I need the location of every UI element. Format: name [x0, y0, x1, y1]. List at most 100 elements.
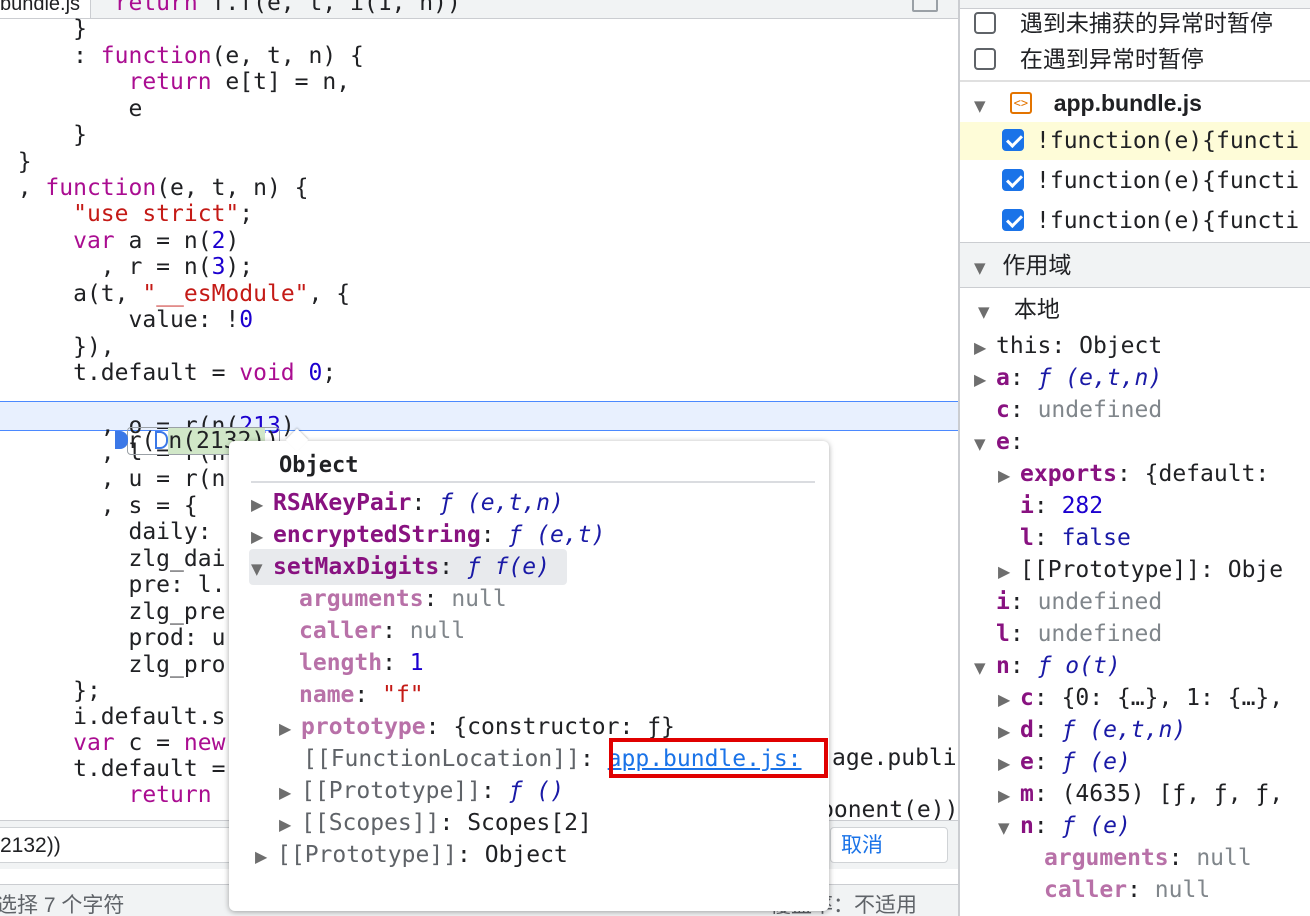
- breakpoint-checkbox[interactable]: [1002, 208, 1024, 231]
- scope-variable-row[interactable]: ▶ [[Prototype]]: Obje: [998, 554, 1283, 586]
- collapse-triangle-icon[interactable]: ▼: [974, 246, 996, 290]
- code-line: : function(e, t, n) {: [73, 43, 364, 69]
- scope-variable-row[interactable]: ▼ n: ƒ o(t): [974, 650, 1121, 682]
- scope-variable-row[interactable]: ▶ e: ƒ (e): [998, 746, 1131, 778]
- breakpoint-item[interactable]: !function(e){functi: [960, 162, 1310, 200]
- pause-uncaught-label: 遇到未捕获的异常时暂停: [1019, 10, 1273, 36]
- scope-variable-name: exports: [1020, 461, 1117, 487]
- scope-variable-name: i: [1020, 493, 1034, 519]
- expand-triangle-icon[interactable]: ▶: [974, 364, 996, 396]
- popover-property-row[interactable]: ▶ [[Prototype]]: ƒ (): [279, 775, 564, 807]
- pause-uncaught-checkbox[interactable]: [974, 11, 996, 34]
- annotation-highlight-box: [609, 738, 828, 778]
- property-value: ƒ (e,t): [508, 522, 606, 548]
- breakpoint-checkbox[interactable]: [1002, 168, 1024, 191]
- popover-property-row[interactable]: ▶ encryptedString: ƒ (e,t): [251, 519, 605, 551]
- scope-variable-name: e: [996, 429, 1010, 455]
- collapse-triangle-icon[interactable]: ▼: [974, 428, 996, 460]
- code-line: t.default = void 0;: [73, 360, 337, 386]
- code-line: zlg_pre: [128, 599, 226, 625]
- scope-variable-row[interactable]: ▶ a: ƒ (e,t,n): [974, 362, 1162, 394]
- scope-variable-value: ƒ (e,t,n): [1037, 365, 1163, 391]
- code-line: }: [17, 149, 32, 175]
- popover-property-row[interactable]: ▶ RSAKeyPair: ƒ (e,t,n): [251, 487, 564, 519]
- property-value: Scopes[2]: [467, 810, 592, 836]
- scope-variable-name: [[Prototype]]: [1020, 557, 1201, 583]
- scope-variable-row: caller: null: [1044, 877, 1211, 903]
- breakpoint-code: !function(e){functi: [1036, 208, 1300, 234]
- popover-property-row[interactable]: ▶ [[Prototype]]: Object: [255, 839, 568, 871]
- expand-triangle-icon[interactable]: ▶: [255, 841, 277, 873]
- scope-variable-row[interactable]: ▶ c: {0: {…}, 1: {…},: [998, 682, 1283, 714]
- collapse-triangle-icon[interactable]: ▼: [974, 87, 996, 125]
- scope-variable-row[interactable]: ▼ n: ƒ (e): [998, 810, 1131, 842]
- scope-variable-row[interactable]: ▶ this: Object: [974, 330, 1162, 362]
- breakpoint-item[interactable]: !function(e){functi: [960, 202, 1310, 240]
- property-value: {constructor: ƒ}: [453, 714, 675, 740]
- popover-property-row: name: "f": [299, 682, 424, 708]
- scope-variable-row: l: false: [1020, 525, 1131, 551]
- collapse-triangle-icon[interactable]: ▼: [251, 553, 273, 585]
- pause-uncaught-option[interactable]: 遇到未捕获的异常时暂停: [974, 4, 1273, 42]
- scope-variable-value: undefined: [1037, 397, 1163, 423]
- cancel-button[interactable]: 取消: [830, 827, 948, 863]
- object-preview-popover: Object ▶ RSAKeyPair: ƒ (e,t,n) ▶ encryptedS…: [229, 428, 829, 911]
- expand-triangle-icon[interactable]: ▶: [974, 332, 996, 364]
- selection-status: 选择 7 个字符: [0, 894, 125, 916]
- property-value: null: [409, 618, 466, 644]
- breakpoint-file-row[interactable]: ▼ <> app.bundle.js: [974, 84, 1202, 122]
- code-line: }: [73, 122, 87, 148]
- expand-triangle-icon[interactable]: ▶: [998, 556, 1020, 588]
- scope-variable-row[interactable]: ▶ d: ƒ (e,t,n): [998, 714, 1186, 746]
- expand-triangle-icon[interactable]: ▶: [279, 777, 301, 809]
- collapse-triangle-icon[interactable]: ▼: [998, 812, 1020, 844]
- section-divider: [960, 80, 1310, 82]
- expand-triangle-icon[interactable]: ▶: [998, 460, 1020, 492]
- code-line: , u = r(n: [100, 466, 226, 492]
- breakpoint-checkbox[interactable]: [1002, 128, 1024, 151]
- scope-variable-name: m: [1020, 781, 1034, 807]
- inline-breakpoint-icon[interactable]: [114, 430, 128, 449]
- popover-property-row[interactable]: ▼ setMaxDigits: ƒ f(e): [251, 551, 550, 583]
- exec-call-token: r(: [127, 428, 156, 455]
- code-line: return: [128, 782, 212, 808]
- scope-variable-name: c: [1020, 685, 1034, 711]
- scope-section-title: 作用域: [1002, 252, 1072, 278]
- expand-triangle-icon[interactable]: ▶: [998, 684, 1020, 716]
- scope-variable-row[interactable]: ▶ exports: {default:: [998, 458, 1269, 490]
- scope-variable-row[interactable]: ▼ e:: [974, 426, 1024, 458]
- property-key: name: [299, 682, 355, 708]
- scope-variable-name: e: [1020, 749, 1034, 775]
- popover-property-row[interactable]: ▶ [[Scopes]]: Scopes[2]: [279, 807, 592, 839]
- scope-variable-name: a: [996, 365, 1010, 391]
- script-file-icon: <>: [1009, 91, 1032, 114]
- expand-triangle-icon[interactable]: ▶: [998, 748, 1020, 780]
- inline-breakpoint-hollow-icon[interactable]: [155, 430, 169, 449]
- pause-caught-checkbox[interactable]: [974, 47, 996, 70]
- breakpoint-item[interactable]: !function(e){functi: [960, 122, 1310, 160]
- local-scope-row[interactable]: ▼ 本地: [978, 290, 1060, 328]
- expand-triangle-icon[interactable]: ▶: [998, 716, 1020, 748]
- breakpoint-file-name: app.bundle.js: [1053, 90, 1202, 116]
- pause-caught-option[interactable]: 在遇到异常时暂停: [974, 40, 1204, 78]
- scope-variable-value: ƒ (e): [1061, 749, 1131, 775]
- expand-triangle-icon[interactable]: ▶: [998, 780, 1020, 812]
- expand-triangle-icon[interactable]: ▶: [279, 809, 301, 841]
- popover-title: Object: [279, 453, 359, 478]
- scope-variable-row[interactable]: ▶ m: (4635) [ƒ, ƒ, ƒ,: [998, 778, 1283, 810]
- exec-line-code: r(n(2132)): [0, 402, 281, 456]
- scope-section-header[interactable]: ▼ 作用域: [960, 242, 1310, 288]
- scope-variable-value: undefined: [1037, 621, 1163, 647]
- expand-triangle-icon[interactable]: ▶: [251, 489, 273, 521]
- collapse-triangle-icon[interactable]: ▼: [978, 293, 1000, 331]
- expand-triangle-icon[interactable]: ▶: [279, 713, 301, 745]
- scope-variable-value: Object: [1079, 333, 1163, 359]
- scope-variable-value: ƒ (e,t,n): [1061, 717, 1187, 743]
- scope-variable-value: Obje: [1227, 557, 1284, 583]
- toggle-sidebar-icon[interactable]: [912, 0, 938, 12]
- scope-variable-name: c: [996, 397, 1010, 423]
- collapse-triangle-icon[interactable]: ▼: [974, 652, 996, 684]
- code-line: daily:: [128, 519, 226, 545]
- search-input[interactable]: 2132)): [0, 827, 230, 863]
- expand-triangle-icon[interactable]: ▶: [251, 521, 273, 553]
